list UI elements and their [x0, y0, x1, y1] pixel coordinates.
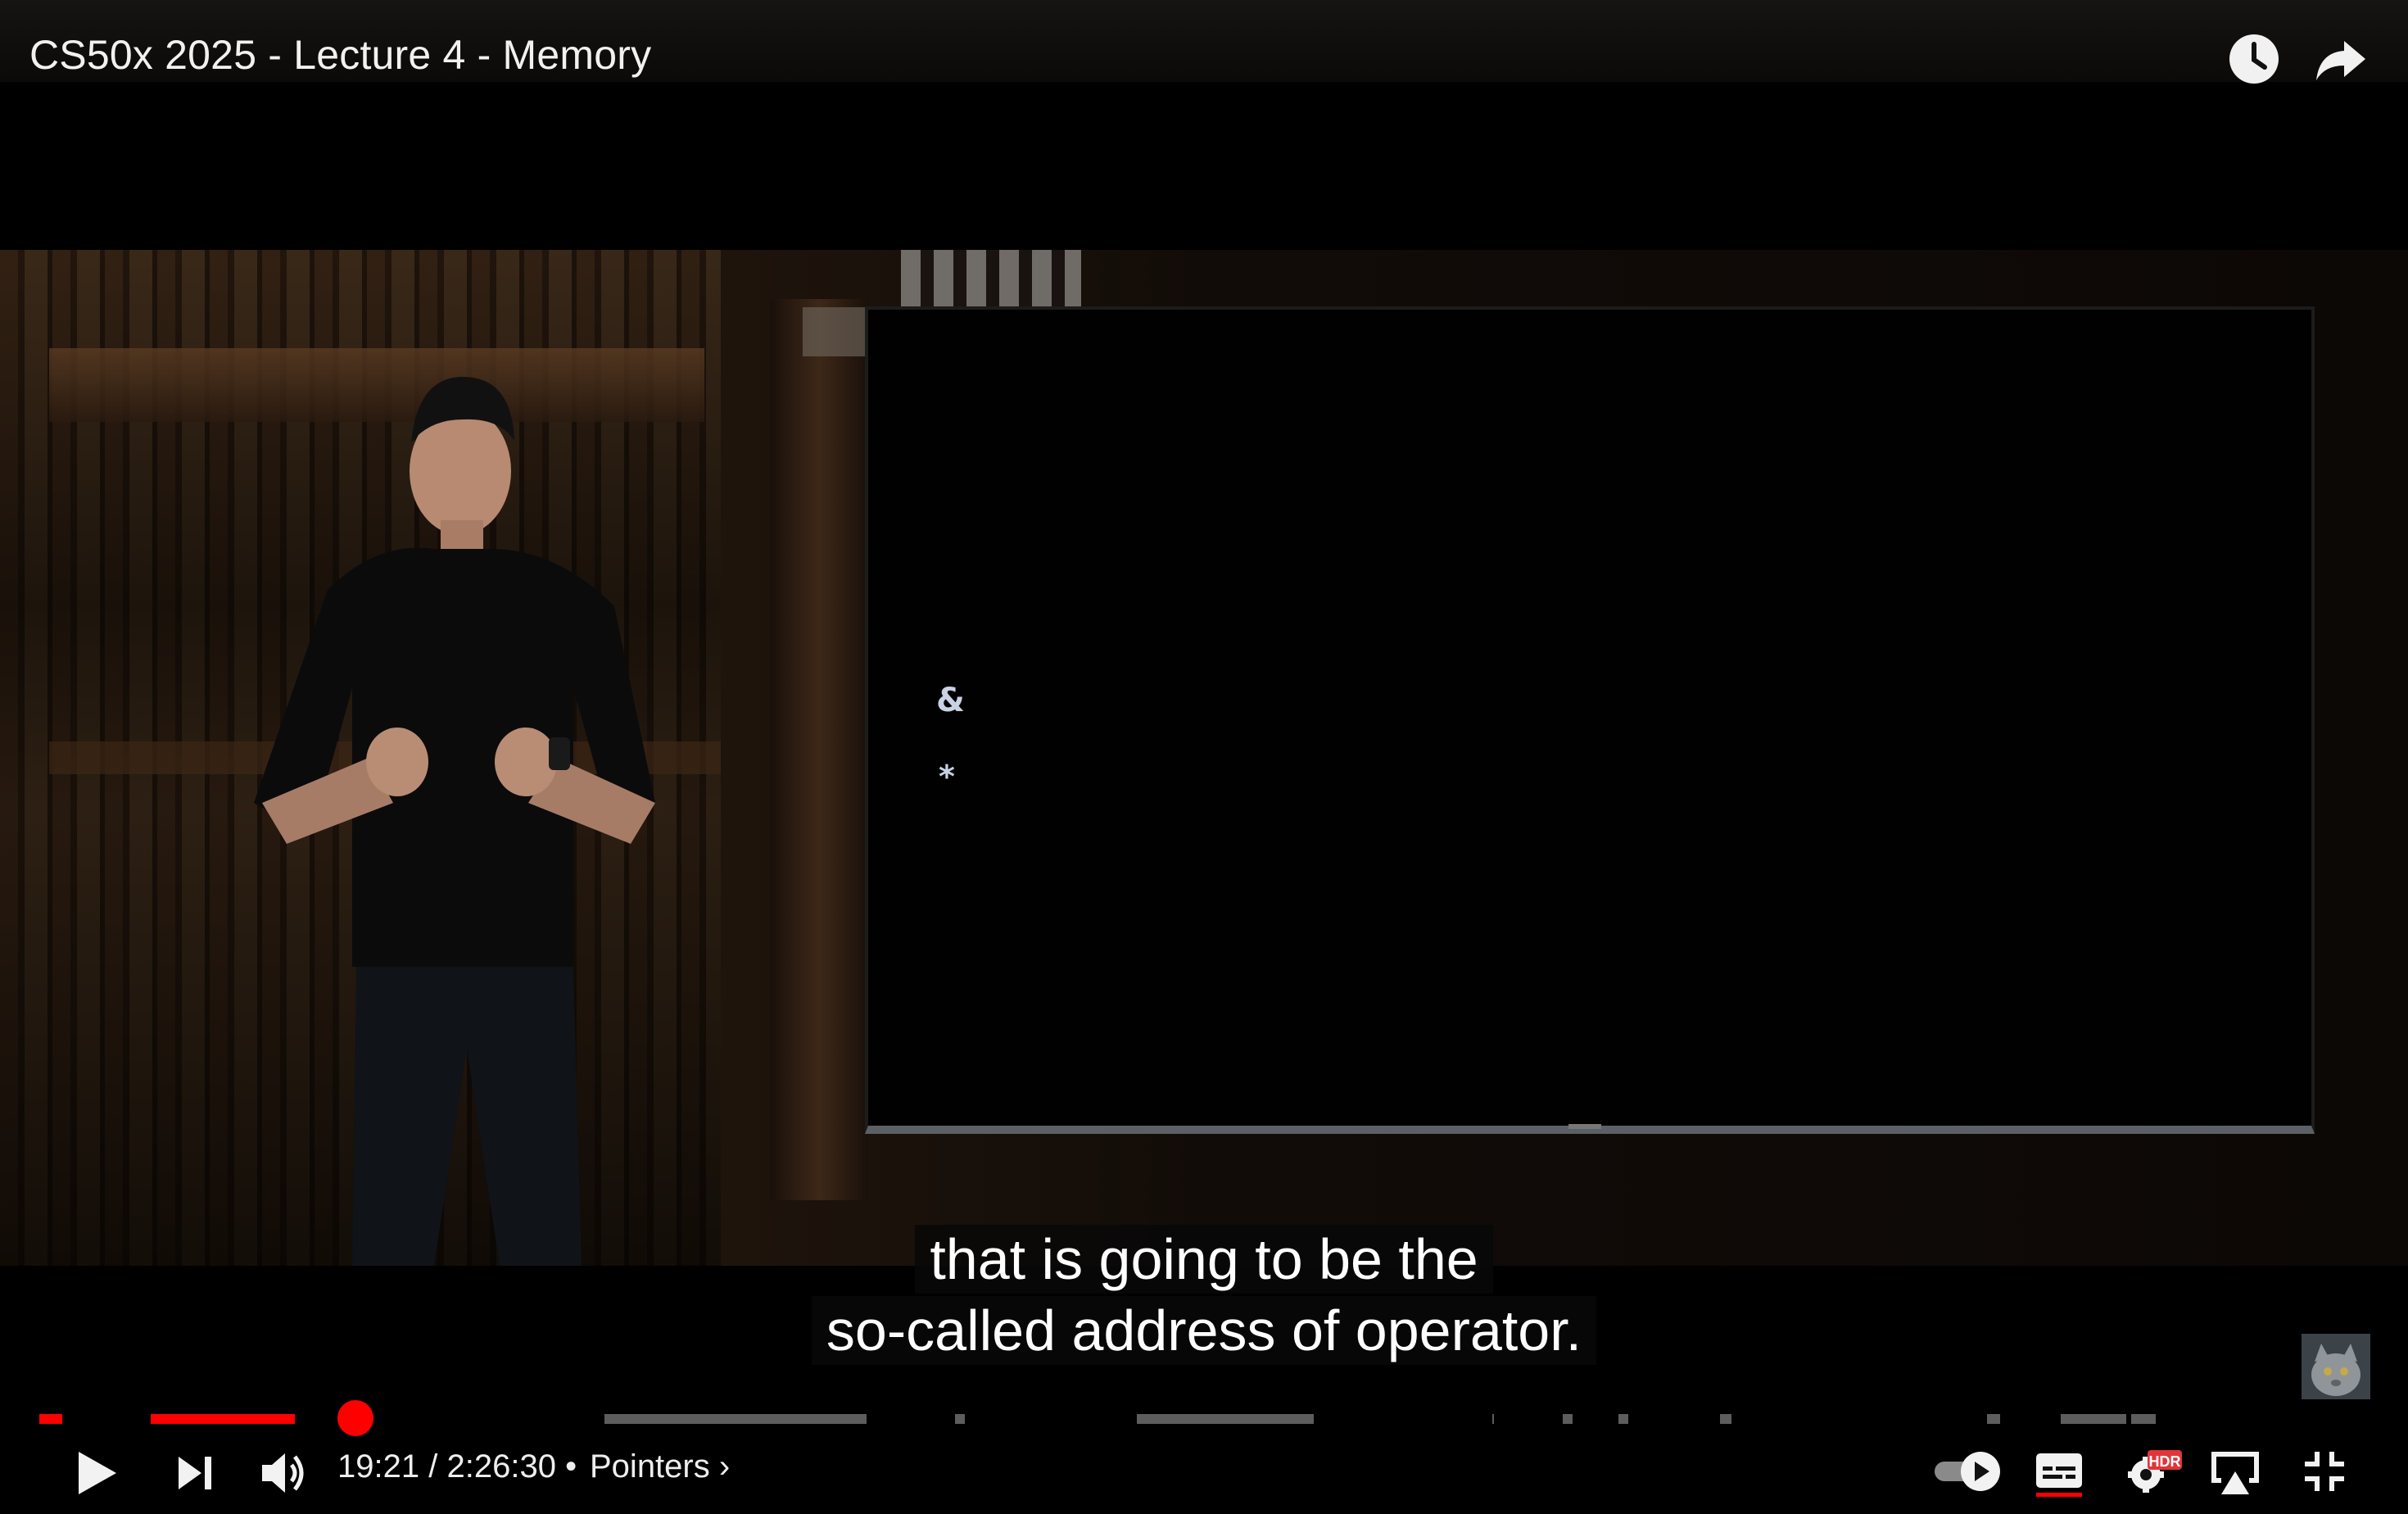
time-separator: /: [428, 1448, 438, 1485]
stage-monitor: [865, 306, 2315, 1134]
progress-chapter-segment[interactable]: [1987, 1414, 2000, 1424]
hdr-badge: HDR: [2148, 1453, 2181, 1470]
lecturer-figure: [254, 377, 655, 1266]
slide-symbol-asterisk: *: [939, 759, 955, 795]
exit-fullscreen-icon[interactable]: [2303, 1450, 2346, 1493]
current-time: 19:21: [337, 1448, 420, 1485]
chapter-title: Pointers: [590, 1448, 710, 1485]
share-icon[interactable]: [2315, 33, 2367, 85]
autoplay-toggle-icon[interactable]: [1933, 1450, 2003, 1493]
progress-scrubber[interactable]: [337, 1400, 373, 1436]
wood-pillar: [770, 299, 868, 1200]
video-title[interactable]: CS50x 2025 - Lecture 4 - Memory: [29, 31, 651, 79]
pillar-cap: [803, 307, 868, 356]
video-player[interactable]: & * CS50x 2025 - Lecture 4 - Memory that…: [0, 0, 2408, 1514]
slide-symbol-ampersand: &: [936, 682, 965, 719]
progress-bar[interactable]: [39, 1414, 2369, 1424]
progress-chapter-segment[interactable]: [1137, 1414, 1314, 1424]
progress-played-segment: [39, 1414, 62, 1424]
progress-chapter-segment[interactable]: [955, 1414, 965, 1424]
bullet-separator: •: [565, 1448, 577, 1485]
duration: 2:26:30: [446, 1448, 556, 1485]
progress-chapter-segment[interactable]: [1492, 1414, 1494, 1424]
next-icon[interactable]: [177, 1455, 215, 1491]
subtitles-icon[interactable]: [2035, 1450, 2084, 1498]
progress-chapter-segment[interactable]: [2131, 1414, 2156, 1424]
progress-chapter-segment[interactable]: [604, 1414, 867, 1424]
progress-chapter-segment[interactable]: [1563, 1414, 1573, 1424]
clock-icon[interactable]: [2228, 33, 2280, 85]
window-mullions: [901, 250, 1081, 307]
progress-chapter-segment[interactable]: [1618, 1414, 1628, 1424]
chevron-right-icon: ›: [718, 1448, 731, 1485]
caption-line-1: that is going to be the: [0, 1225, 2408, 1294]
time-readout: 19:21 / 2:26:30 •: [337, 1448, 577, 1485]
cat-avatar[interactable]: [2302, 1334, 2370, 1399]
progress-played-segment: [151, 1414, 295, 1424]
airplay-icon[interactable]: [2210, 1450, 2261, 1496]
progress-chapter-segment[interactable]: [2061, 1414, 2126, 1424]
play-icon[interactable]: [75, 1450, 118, 1496]
caption-line-2: so-called address of operator.: [0, 1296, 2408, 1365]
volume-icon[interactable]: [260, 1450, 308, 1496]
monitor-logo: [1568, 1124, 1601, 1129]
progress-chapter-segment[interactable]: [1720, 1414, 1731, 1424]
chapter-button[interactable]: Pointers ›: [590, 1448, 730, 1485]
